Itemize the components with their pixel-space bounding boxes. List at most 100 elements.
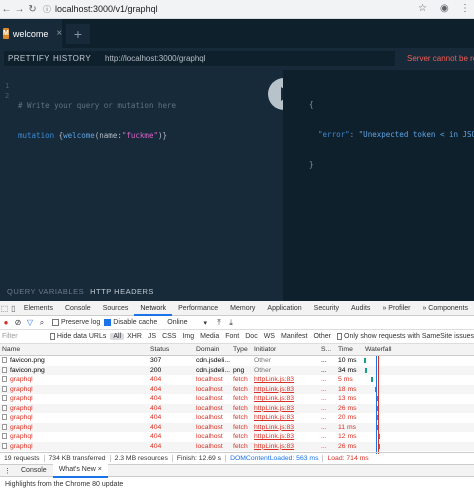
- checkbox-icon[interactable]: [49, 333, 55, 340]
- http-headers-tab[interactable]: HTTP HEADERS: [90, 287, 154, 296]
- cell-initiator[interactable]: Other: [252, 356, 318, 366]
- device-toggle-icon[interactable]: ▯: [9, 301, 18, 316]
- initiator-link[interactable]: httpLink.js:83: [254, 414, 294, 421]
- checkbox-icon[interactable]: [336, 333, 343, 340]
- back-icon[interactable]: ←: [0, 4, 13, 15]
- info-icon[interactable]: ⓘ: [43, 4, 51, 15]
- tab-elements[interactable]: Elements: [18, 301, 59, 316]
- tab-performance[interactable]: Performance: [172, 301, 224, 316]
- add-tab-button[interactable]: +: [66, 24, 90, 44]
- table-row[interactable]: graphql 404 localhost fetch httpLink.js:83..…: [0, 394, 474, 404]
- throttling-select[interactable]: Online ▾: [167, 319, 207, 327]
- disable-cache-checkbox[interactable]: Disable cache: [104, 319, 157, 326]
- tab-application[interactable]: Application: [261, 301, 307, 316]
- table-row[interactable]: graphql 404 localhost fetch httpLink.js:83..…: [0, 413, 474, 423]
- initiator-link[interactable]: httpLink.js:83: [254, 376, 294, 383]
- col-status[interactable]: Status: [148, 344, 193, 356]
- tab-security[interactable]: Security: [308, 301, 345, 316]
- table-row[interactable]: favicon.png 200 cdn.jsdeli... png Other... 34…: [0, 365, 474, 376]
- filter-type-font[interactable]: Font: [222, 333, 242, 340]
- cell-initiator[interactable]: httpLink.js:83: [252, 404, 318, 414]
- cell-domain: localhost: [196, 404, 223, 412]
- menu-icon[interactable]: ⋮: [460, 3, 470, 14]
- tab-memory[interactable]: Memory: [224, 301, 261, 316]
- export-icon[interactable]: ⤓: [225, 318, 237, 328]
- col-domain[interactable]: Domain: [194, 344, 230, 356]
- filter-icon[interactable]: ▽: [24, 318, 36, 327]
- file-icon: [2, 442, 7, 449]
- record-icon[interactable]: ●: [0, 318, 12, 327]
- filter-type-media[interactable]: Media: [197, 333, 222, 340]
- search-icon[interactable]: ⌕: [36, 318, 48, 328]
- initiator-link[interactable]: httpLink.js:83: [254, 424, 294, 431]
- line-gutter: 1 2: [5, 81, 9, 101]
- tab-network[interactable]: Network: [134, 301, 173, 316]
- cell-type: fetch: [233, 385, 248, 393]
- cell-initiator[interactable]: httpLink.js:83: [252, 442, 318, 452]
- col-size[interactable]: S...: [319, 344, 335, 356]
- col-time[interactable]: Time: [336, 344, 362, 356]
- filter-type-ws[interactable]: WS: [261, 333, 278, 340]
- query-editor[interactable]: 1 2 # Write your query or mutation here …: [0, 70, 283, 301]
- filter-type-all[interactable]: All: [110, 333, 125, 340]
- cell-initiator[interactable]: httpLink.js:83: [252, 423, 318, 433]
- forward-icon[interactable]: →: [13, 4, 26, 15]
- col-name[interactable]: Name: [0, 344, 147, 356]
- initiator-link[interactable]: httpLink.js:83: [254, 443, 294, 450]
- reload-icon[interactable]: ↻: [26, 4, 39, 15]
- star-icon[interactable]: ☆: [418, 3, 427, 14]
- initiator-link[interactable]: httpLink.js:83: [254, 395, 294, 402]
- cell-initiator[interactable]: httpLink.js:83: [252, 375, 318, 385]
- table-row[interactable]: graphql 404 localhost fetch httpLink.js:83..…: [0, 432, 474, 442]
- initiator-link[interactable]: httpLink.js:83: [254, 405, 294, 412]
- col-initiator[interactable]: Initiator: [252, 344, 318, 356]
- drawer-tab-whats-new[interactable]: What's New ×: [52, 463, 108, 478]
- tab-components[interactable]: » Components: [416, 301, 474, 316]
- filter-type-js[interactable]: JS: [145, 333, 159, 340]
- import-icon[interactable]: ⤒: [213, 318, 225, 328]
- cell-initiator[interactable]: httpLink.js:83: [252, 385, 318, 395]
- tab-console[interactable]: Console: [59, 301, 97, 316]
- drawer-menu-icon[interactable]: ⋮: [0, 467, 15, 475]
- cell-initiator[interactable]: httpLink.js:83: [252, 413, 318, 423]
- tab-sources[interactable]: Sources: [97, 301, 135, 316]
- table-row[interactable]: graphql 404 localhost fetch httpLink.js:83..…: [0, 384, 474, 395]
- initiator-link[interactable]: httpLink.js:83: [254, 386, 294, 393]
- profile-icon[interactable]: ◉: [440, 3, 449, 14]
- url-field[interactable]: ⓘ localhost:3000/v1/graphql: [43, 4, 158, 15]
- filter-type-manifest[interactable]: Manifest: [278, 333, 310, 340]
- cell-initiator[interactable]: httpLink.js:83: [252, 432, 318, 442]
- cell-name: graphql: [0, 423, 147, 433]
- filter-type-css[interactable]: CSS: [159, 333, 179, 340]
- col-type[interactable]: Type: [231, 344, 251, 356]
- code-close: )}: [157, 131, 168, 140]
- filter-type-xhr[interactable]: XHR: [124, 333, 145, 340]
- table-row[interactable]: favicon.png 307 cdn.jsdeli... Other... 10 ms: [0, 356, 474, 366]
- tab-audits[interactable]: Audits: [345, 301, 376, 316]
- preserve-log-checkbox[interactable]: Preserve log: [52, 319, 100, 326]
- table-row[interactable]: graphql 404 localhost fetch httpLink.js:83..…: [0, 375, 474, 385]
- tab-profiler[interactable]: » Profiler: [376, 301, 416, 316]
- query-variables-tab[interactable]: QUERY VARIABLES: [7, 287, 84, 296]
- cell-initiator[interactable]: httpLink.js:83: [252, 394, 318, 404]
- endpoint-input[interactable]: http://localhost:3000/graphql: [95, 51, 395, 66]
- mutation-badge: M: [3, 28, 9, 39]
- tab-welcome[interactable]: M welcome ×: [0, 19, 62, 48]
- history-button[interactable]: HISTORY: [49, 51, 96, 66]
- filter-type-other[interactable]: Other: [310, 333, 334, 340]
- table-row[interactable]: graphql 404 localhost fetch httpLink.js:83..…: [0, 422, 474, 433]
- initiator-link[interactable]: httpLink.js:83: [254, 433, 294, 440]
- table-row[interactable]: graphql 404 localhost fetch httpLink.js:83..…: [0, 441, 474, 452]
- inspect-icon[interactable]: ⬚: [0, 301, 9, 316]
- drawer-tab-console[interactable]: Console: [15, 464, 53, 477]
- col-waterfall[interactable]: Waterfall: [363, 344, 474, 356]
- cell-initiator[interactable]: Other: [252, 366, 318, 376]
- close-icon[interactable]: ×: [56, 28, 62, 39]
- cell-name: favicon.png: [0, 366, 147, 376]
- filter-type-doc[interactable]: Doc: [242, 333, 260, 340]
- filter-type-img[interactable]: Img: [179, 333, 197, 340]
- table-row[interactable]: graphql 404 localhost fetch httpLink.js:83..…: [0, 403, 474, 414]
- prettify-button[interactable]: PRETTIFY: [4, 51, 54, 66]
- clear-icon[interactable]: ⊘: [12, 318, 24, 327]
- filter-input[interactable]: Filter: [0, 333, 50, 340]
